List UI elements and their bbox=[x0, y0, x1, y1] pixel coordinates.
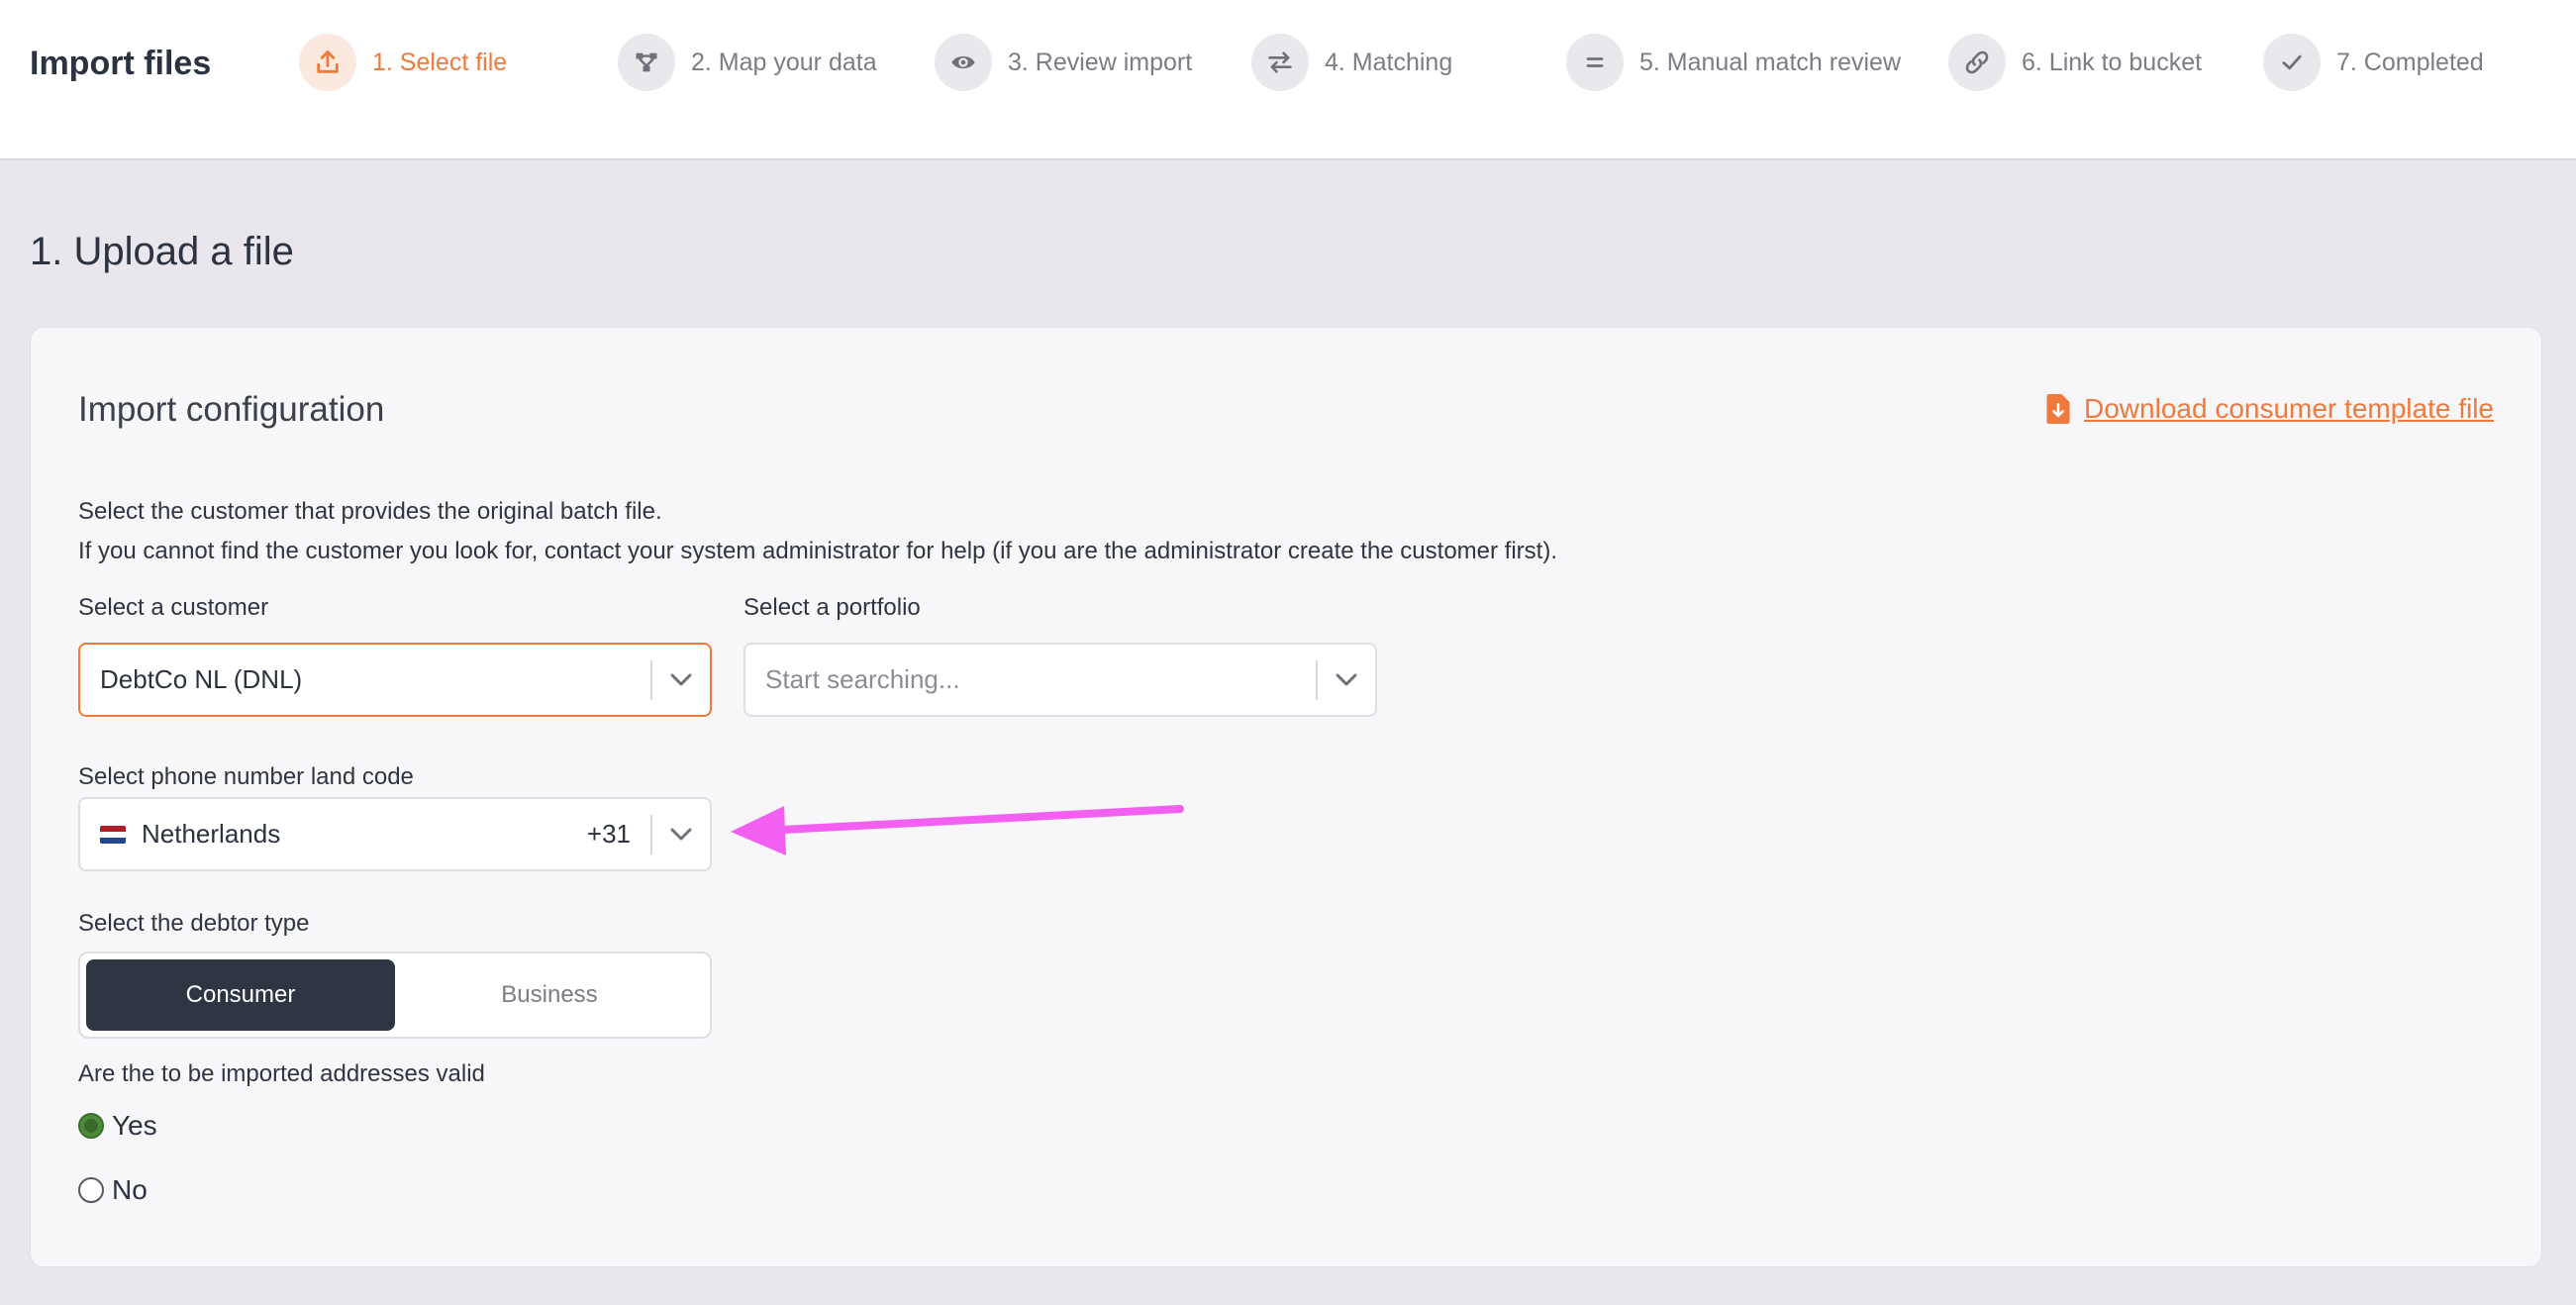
annotation-arrow-icon bbox=[731, 805, 1184, 855]
